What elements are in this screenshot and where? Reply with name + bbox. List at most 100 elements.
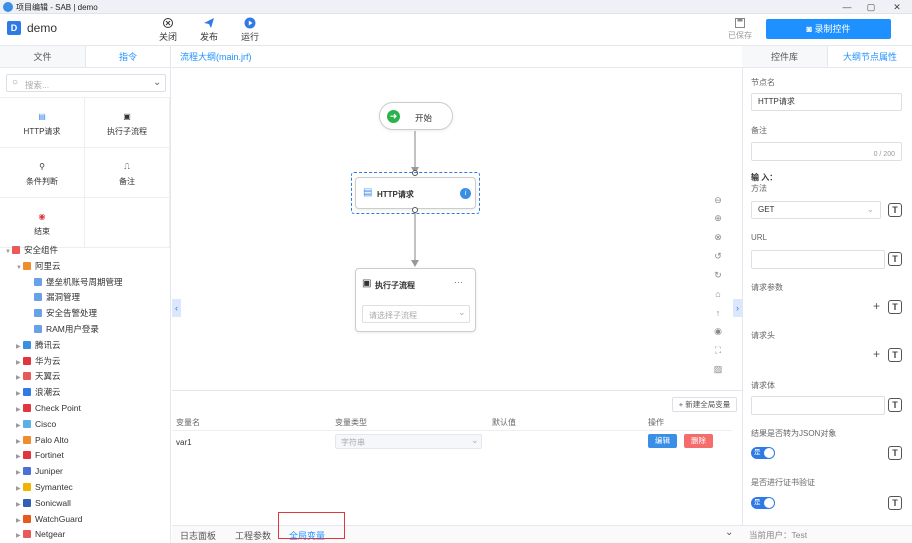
tree-item[interactable]: 安全告警处理 [0, 306, 170, 322]
image-icon[interactable]: ▨ [711, 362, 725, 376]
tree-item[interactable]: ▶ 天翼云 [0, 369, 170, 385]
collapse-right-icon[interactable]: › [733, 299, 742, 317]
tab-node-properties[interactable]: 大纲节点属性 [827, 46, 912, 68]
tab-project-params[interactable]: 工程参数 [235, 529, 271, 542]
method-select[interactable]: GET ⌄ [751, 201, 881, 219]
run-button[interactable]: 运行 [235, 17, 265, 43]
header-actions: 操作 [648, 418, 664, 427]
title-bar: 项目编辑 - SAB | demo — ▢ ✕ [0, 0, 912, 14]
tree-item[interactable]: ▼ 阿里云 [0, 259, 170, 275]
text-mode-button[interactable]: T [888, 496, 902, 510]
remark-textarea[interactable]: 0 / 200 [751, 142, 902, 161]
tree-item[interactable]: ▶ Palo Alto [0, 433, 170, 449]
text-mode-button[interactable]: T [888, 398, 902, 412]
subflow-icon: ▣ [123, 112, 131, 121]
redo-icon[interactable]: ↻ [711, 268, 725, 282]
cert-toggle[interactable]: 是 [751, 497, 775, 509]
tree-item[interactable]: ▶ WatchGuard [0, 512, 170, 528]
zoom-out-icon[interactable]: ⊖ [711, 193, 725, 207]
vendor-icon [23, 451, 31, 460]
cert-label: 是否进行证书验证 [751, 478, 815, 487]
close-button[interactable]: 关闭 [153, 17, 183, 43]
flow-canvas[interactable] [172, 68, 742, 390]
highlight-box [278, 512, 345, 539]
component-subflow[interactable]: ▣ 执行子流程 [85, 98, 170, 148]
url-input[interactable] [751, 250, 885, 269]
tree-item[interactable]: ▶ Symantec [0, 480, 170, 496]
undo-icon[interactable]: ↺ [711, 249, 725, 263]
connector-port[interactable] [412, 207, 418, 213]
component-label: 执行子流程 [107, 127, 147, 136]
subflow-node[interactable]: ▣ 执行子流程 ··· 请选择子流程 ⌄ [355, 268, 476, 332]
text-mode-button[interactable]: T [888, 348, 902, 362]
maximize-button[interactable]: ▢ [860, 1, 882, 13]
tree-item-label: 安全告警处理 [46, 308, 98, 319]
tree-item[interactable]: ▶ Juniper [0, 464, 170, 480]
clear-icon[interactable]: ⌂ [711, 287, 725, 301]
component-note[interactable]: ⎍ 备注 [85, 148, 170, 198]
close-window-button[interactable]: ✕ [886, 1, 908, 13]
chevron-down-icon[interactable]: ⌄ [153, 77, 161, 88]
tree-item[interactable]: ▶ 腾讯云 [0, 338, 170, 354]
add-param-icon[interactable]: + [873, 299, 880, 313]
add-header-icon[interactable]: + [873, 347, 880, 361]
delete-button[interactable]: 删除 [684, 434, 713, 448]
var-type-select[interactable]: 字符串 ⌄ [335, 434, 482, 449]
tree-item[interactable]: ▼ 安全组件 [0, 243, 170, 259]
collapse-left-icon[interactable]: ‹ [172, 299, 181, 317]
tree-item-label: WatchGuard [35, 513, 83, 524]
body-textarea[interactable] [751, 396, 885, 415]
tree-item[interactable]: ▶ 浪潮云 [0, 385, 170, 401]
component-condition[interactable]: ⚲ 条件判断 [0, 148, 85, 198]
tree-item[interactable]: 漏洞管理 [0, 290, 170, 306]
record-control-button[interactable]: ◙ 录制控件 [766, 19, 891, 39]
global-variables-panel [172, 390, 742, 525]
run-label: 运行 [240, 32, 259, 42]
tree-item[interactable]: ▶ Check Point [0, 401, 170, 417]
start-node[interactable]: ➜ 开始 [379, 102, 453, 130]
branch-icon: ⚲ [39, 162, 45, 171]
save-status[interactable]: 已保存 [725, 17, 755, 41]
minimize-button[interactable]: — [836, 1, 858, 13]
tree-item[interactable]: ▶ Netgear [0, 527, 170, 543]
edit-button[interactable]: 编辑 [648, 434, 677, 448]
vendor-icon [34, 325, 42, 333]
tree-item[interactable]: ▶ 华为云 [0, 354, 170, 370]
text-mode-button[interactable]: T [888, 252, 902, 266]
more-icon[interactable]: ··· [454, 277, 463, 287]
vendor-icon [23, 356, 31, 365]
component-end[interactable]: ◉ 结束 [0, 198, 85, 248]
tree-item[interactable]: 堡垒机账号周期管理 [0, 275, 170, 291]
zoom-in-icon[interactable]: ⊕ [711, 211, 725, 225]
saved-label: 已保存 [728, 31, 752, 40]
vendor-icon [34, 277, 42, 286]
component-label: 条件判断 [26, 177, 58, 186]
fullscreen-icon[interactable]: ⛶ [711, 343, 725, 357]
fit-icon[interactable]: ⊗ [711, 230, 725, 244]
publish-button[interactable]: 发布 [194, 17, 224, 43]
text-mode-button[interactable]: T [888, 203, 902, 217]
tab-flow-outline[interactable]: 流程大纲(main.jrf) [180, 50, 252, 63]
tree-item[interactable]: ▶ Cisco [0, 417, 170, 433]
chevron-down-icon[interactable]: ⌄ [725, 527, 733, 538]
tree-item[interactable]: ▶ Sonicwall [0, 496, 170, 512]
component-http[interactable]: ▤ HTTP请求 [0, 98, 85, 148]
text-mode-button[interactable]: T [888, 446, 902, 460]
text-mode-button[interactable]: T [888, 300, 902, 314]
subflow-select[interactable]: 请选择子流程 ⌄ [362, 305, 470, 323]
tab-commands[interactable]: 指令 [85, 46, 170, 68]
search-input[interactable]: ○ 搜索... [6, 74, 166, 92]
json-toggle[interactable]: 是 [751, 447, 775, 459]
upload-icon[interactable]: ↑ [711, 306, 725, 320]
window-icon: ▤ [38, 112, 46, 121]
node-name-input[interactable]: HTTP请求 [751, 93, 902, 111]
eye-icon[interactable]: ◉ [711, 324, 725, 338]
http-request-node[interactable]: ▤ HTTP请求 i [355, 177, 476, 209]
tab-control-library[interactable]: 控件库 [742, 46, 827, 68]
tab-files[interactable]: 文件 [0, 46, 85, 68]
tree-item[interactable]: RAM用户登录 [0, 322, 170, 338]
tree-item[interactable]: ▶ Fortinet [0, 448, 170, 464]
tab-log-panel[interactable]: 日志面板 [180, 529, 216, 542]
new-variable-button[interactable]: + 新建全局变量 [672, 397, 737, 412]
info-icon[interactable]: i [460, 188, 471, 199]
